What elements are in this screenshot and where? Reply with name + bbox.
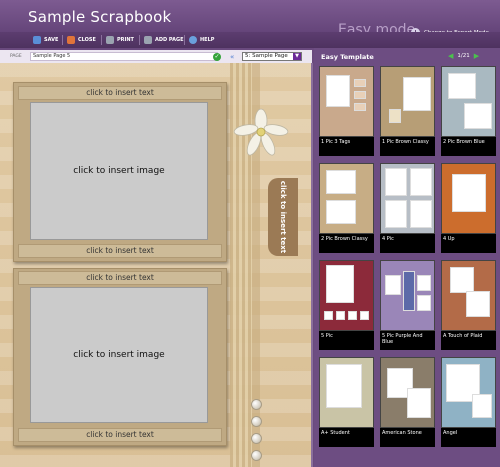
text-slot[interactable]: click to insert text xyxy=(18,86,222,100)
template-name: 2 Pic Brown Classy xyxy=(319,234,374,253)
arrow-left-icon[interactable]: ◀ xyxy=(448,52,453,60)
template-name: 5 Pic Purple And Blue xyxy=(380,331,435,350)
template-name: 1 Pic Brown Classy xyxy=(380,137,435,156)
bead-icon xyxy=(251,433,262,444)
template-pager: ◀ 1/21 ▶ xyxy=(448,52,479,60)
template-thumbnail xyxy=(319,163,374,234)
template-panel: Easy Template ◀ 1/21 ▶ 1 Pic 3 Tags 1 Pi… xyxy=(314,48,500,467)
bead-icon xyxy=(251,450,262,461)
template-item[interactable]: 5 Pic xyxy=(319,260,374,350)
save-button[interactable]: SAVE xyxy=(33,35,58,45)
toolbar-divider xyxy=(101,35,102,45)
close-icon xyxy=(67,36,75,44)
photo-frame-top: click to insert text click to insert ima… xyxy=(13,82,227,262)
text-slot[interactable]: click to insert text xyxy=(18,271,222,285)
close-label: CLOSE xyxy=(78,37,96,43)
add-page-label: ADD PAGE xyxy=(155,37,184,43)
template-item[interactable]: A Touch of Plaid xyxy=(441,260,496,350)
toolbar-divider xyxy=(184,35,185,45)
app-title: Sample Scrapbook xyxy=(28,8,172,26)
checkmark-icon[interactable]: ✓ xyxy=(213,53,221,61)
chevron-down-icon[interactable]: ▼ xyxy=(293,53,301,60)
template-name: 4 Pic xyxy=(380,234,435,253)
template-thumbnail xyxy=(441,163,496,234)
template-thumbnail xyxy=(319,260,374,331)
template-page-counter: 1/21 xyxy=(457,53,470,59)
template-thumbnail xyxy=(380,260,435,331)
template-name: A+ Student xyxy=(319,428,374,447)
template-item[interactable]: 2 Pic Brown Classy xyxy=(319,163,374,253)
help-label: HELP xyxy=(200,37,215,43)
template-name: 4 Up xyxy=(441,234,496,253)
template-thumbnail xyxy=(380,66,435,137)
add-page-icon xyxy=(144,36,152,44)
text-slot[interactable]: click to insert text xyxy=(18,428,222,442)
template-name: 2 Pic Brown Blue xyxy=(441,137,496,156)
side-tab-label: click to insert text xyxy=(279,180,287,254)
flower-icon xyxy=(233,108,289,156)
print-icon xyxy=(106,36,114,44)
page-name-input[interactable]: Sample Page 5 xyxy=(30,52,218,61)
template-thumbnail xyxy=(380,357,435,428)
template-thumbnail xyxy=(441,357,496,428)
toolbar-divider xyxy=(62,35,63,45)
page-select-dropdown[interactable]: 5: Sample Page ▼ xyxy=(242,52,302,61)
template-item[interactable]: American Stone xyxy=(380,357,435,447)
arrow-right-icon[interactable]: ▶ xyxy=(474,52,479,60)
text-slot[interactable]: click to insert text xyxy=(18,244,222,258)
template-item[interactable]: A+ Student xyxy=(319,357,374,447)
side-text-tab[interactable]: click to insert text xyxy=(268,178,298,256)
template-item[interactable]: Angel xyxy=(441,357,496,447)
page-label: PAGE xyxy=(10,54,22,59)
template-thumbnail xyxy=(319,66,374,137)
print-button[interactable]: PRINT xyxy=(106,35,134,45)
previous-page-arrow-icon[interactable]: « xyxy=(230,53,234,61)
template-item[interactable]: 1 Pic 3 Tags xyxy=(319,66,374,156)
template-item[interactable]: 2 Pic Brown Blue xyxy=(441,66,496,156)
template-item[interactable]: 1 Pic Brown Classy xyxy=(380,66,435,156)
template-name: 5 Pic xyxy=(319,331,374,350)
template-thumbnail xyxy=(441,66,496,137)
toolbar: SAVE CLOSE PRINT ADD PAGE HELP xyxy=(0,32,500,48)
print-label: PRINT xyxy=(117,37,134,43)
bead-icon xyxy=(251,399,262,410)
help-icon xyxy=(189,36,197,44)
template-panel-title: Easy Template xyxy=(321,53,374,61)
template-thumbnail xyxy=(380,163,435,234)
template-item[interactable]: 4 Pic xyxy=(380,163,435,253)
template-thumbnail xyxy=(441,260,496,331)
template-name: A Touch of Plaid xyxy=(441,331,496,350)
page-bar: PAGE Sample Page 5 ✓ « 5: Sample Page ▼ xyxy=(0,50,312,63)
save-icon xyxy=(33,36,41,44)
help-button[interactable]: HELP xyxy=(189,35,214,45)
template-name: 1 Pic 3 Tags xyxy=(319,137,374,156)
template-item[interactable]: 4 Up xyxy=(441,163,496,253)
image-slot[interactable]: click to insert image xyxy=(30,102,208,240)
toolbar-divider xyxy=(139,35,140,45)
template-name: American Stone xyxy=(380,428,435,447)
close-button[interactable]: CLOSE xyxy=(67,35,96,45)
template-thumbnail xyxy=(319,357,374,428)
photo-frame-bottom: click to insert text click to insert ima… xyxy=(13,268,227,446)
app-header: Sample Scrapbook Easy mode + Change to E… xyxy=(0,0,500,38)
template-name: Angel xyxy=(441,428,496,447)
template-item[interactable]: 5 Pic Purple And Blue xyxy=(380,260,435,350)
add-page-button[interactable]: ADD PAGE xyxy=(144,35,184,45)
page-select-value: 5: Sample Page xyxy=(245,53,288,59)
bead-icon xyxy=(251,416,262,427)
save-label: SAVE xyxy=(44,37,59,43)
image-slot[interactable]: click to insert image xyxy=(30,287,208,423)
